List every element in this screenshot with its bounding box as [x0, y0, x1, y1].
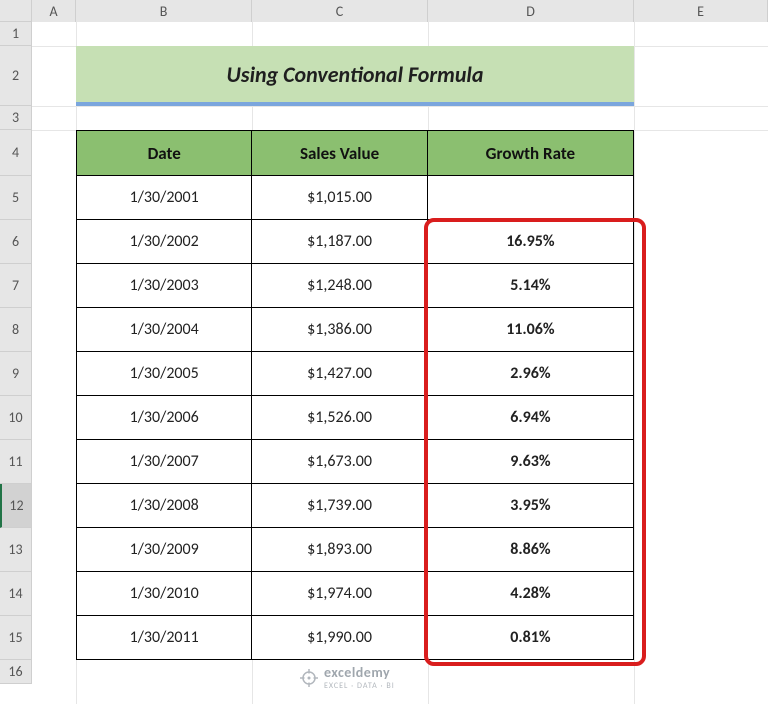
cell-sales[interactable]: $1,893.00 — [252, 528, 427, 571]
cell-sales[interactable]: $1,187.00 — [252, 220, 427, 263]
column-headers: A B C D E — [0, 0, 768, 22]
col-header-B[interactable]: B — [76, 0, 252, 22]
cell-date[interactable]: 1/30/2004 — [77, 308, 252, 351]
table-row: 1/30/2002 $1,187.00 16.95% — [76, 220, 634, 264]
table-row: 1/30/2003 $1,248.00 5.14% — [76, 264, 634, 308]
table-header-row: Date Sales Value Growth Rate — [76, 130, 634, 176]
watermark-name: exceldemy — [324, 664, 390, 681]
row-header-7[interactable]: 7 — [0, 264, 32, 308]
row-header-12[interactable]: 12 — [0, 484, 32, 528]
row-header-6[interactable]: 6 — [0, 220, 32, 264]
cell-date[interactable]: 1/30/2001 — [77, 176, 252, 219]
row-header-14[interactable]: 14 — [0, 572, 32, 616]
row-header-9[interactable]: 9 — [0, 352, 32, 396]
cell-date[interactable]: 1/30/2011 — [77, 616, 252, 659]
row-header-3[interactable]: 3 — [0, 106, 32, 130]
watermark: exceldemy EXCEL · DATA · BI — [300, 664, 395, 691]
cell-growth[interactable]: 5.14% — [428, 264, 633, 307]
table-row: 1/30/2004 $1,386.00 11.06% — [76, 308, 634, 352]
row-headers: 1 2 3 4 5 6 7 8 9 10 11 12 13 14 15 16 — [0, 22, 32, 684]
th-growth[interactable]: Growth Rate — [428, 131, 633, 175]
table-row: 1/30/2010 $1,974.00 4.28% — [76, 572, 634, 616]
row-header-2[interactable]: 2 — [0, 46, 32, 106]
cell-sales[interactable]: $1,526.00 — [252, 396, 427, 439]
crosshair-icon — [300, 669, 318, 687]
page-title[interactable]: Using Conventional Formula — [76, 46, 634, 102]
cell-date[interactable]: 1/30/2010 — [77, 572, 252, 615]
cell-growth[interactable]: 11.06% — [428, 308, 633, 351]
th-date[interactable]: Date — [77, 131, 252, 175]
row-header-10[interactable]: 10 — [0, 396, 32, 440]
sheet-content: Using Conventional Formula Date Sales Va… — [76, 22, 634, 660]
cell-growth[interactable]: 9.63% — [428, 440, 633, 483]
cell-date[interactable]: 1/30/2006 — [77, 396, 252, 439]
row-header-16[interactable]: 16 — [0, 660, 32, 684]
title-underline — [76, 102, 634, 106]
cell-sales[interactable]: $1,974.00 — [252, 572, 427, 615]
row-header-5[interactable]: 5 — [0, 176, 32, 220]
cell-growth[interactable] — [428, 176, 633, 219]
table-row: 1/30/2009 $1,893.00 8.86% — [76, 528, 634, 572]
cell-date[interactable]: 1/30/2003 — [77, 264, 252, 307]
table-row: 1/30/2008 $1,739.00 3.95% — [76, 484, 634, 528]
table-row: 1/30/2011 $1,990.00 0.81% — [76, 616, 634, 660]
cell-growth[interactable]: 6.94% — [428, 396, 633, 439]
cell-date[interactable]: 1/30/2008 — [77, 484, 252, 527]
row-header-1[interactable]: 1 — [0, 22, 32, 46]
table-row: 1/30/2007 $1,673.00 9.63% — [76, 440, 634, 484]
cell-date[interactable]: 1/30/2009 — [77, 528, 252, 571]
cell-growth[interactable]: 4.28% — [428, 572, 633, 615]
watermark-tagline: EXCEL · DATA · BI — [324, 681, 395, 691]
watermark-text: exceldemy EXCEL · DATA · BI — [324, 664, 395, 691]
cell-growth[interactable]: 2.96% — [428, 352, 633, 395]
cell-sales[interactable]: $1,990.00 — [252, 616, 427, 659]
col-header-D[interactable]: D — [428, 0, 634, 22]
cell-growth[interactable]: 8.86% — [428, 528, 633, 571]
row-header-13[interactable]: 13 — [0, 528, 32, 572]
cell-growth[interactable]: 16.95% — [428, 220, 633, 263]
cell-sales[interactable]: $1,015.00 — [252, 176, 427, 219]
col-header-E[interactable]: E — [634, 0, 768, 22]
col-header-C[interactable]: C — [252, 0, 428, 22]
cell-sales[interactable]: $1,739.00 — [252, 484, 427, 527]
cell-sales[interactable]: $1,673.00 — [252, 440, 427, 483]
cell-date[interactable]: 1/30/2005 — [77, 352, 252, 395]
cell-sales[interactable]: $1,248.00 — [252, 264, 427, 307]
row-header-11[interactable]: 11 — [0, 440, 32, 484]
cell-growth[interactable]: 0.81% — [428, 616, 633, 659]
gridline — [634, 22, 635, 704]
spreadsheet: A B C D E 1 2 3 4 5 6 7 8 9 10 11 12 13 … — [0, 0, 768, 705]
col-header-A[interactable]: A — [32, 0, 76, 22]
row-header-8[interactable]: 8 — [0, 308, 32, 352]
cell-sales[interactable]: $1,427.00 — [252, 352, 427, 395]
row-header-4[interactable]: 4 — [0, 130, 32, 176]
select-all-corner[interactable] — [0, 0, 32, 22]
th-sales[interactable]: Sales Value — [252, 131, 427, 175]
cell-sales[interactable]: $1,386.00 — [252, 308, 427, 351]
row-header-15[interactable]: 15 — [0, 616, 32, 660]
cell-growth[interactable]: 3.95% — [428, 484, 633, 527]
table-row: 1/30/2001 $1,015.00 — [76, 176, 634, 220]
table-row: 1/30/2006 $1,526.00 6.94% — [76, 396, 634, 440]
data-table: Date Sales Value Growth Rate 1/30/2001 $… — [76, 130, 634, 660]
cell-date[interactable]: 1/30/2007 — [77, 440, 252, 483]
cell-date[interactable]: 1/30/2002 — [77, 220, 252, 263]
table-row: 1/30/2005 $1,427.00 2.96% — [76, 352, 634, 396]
